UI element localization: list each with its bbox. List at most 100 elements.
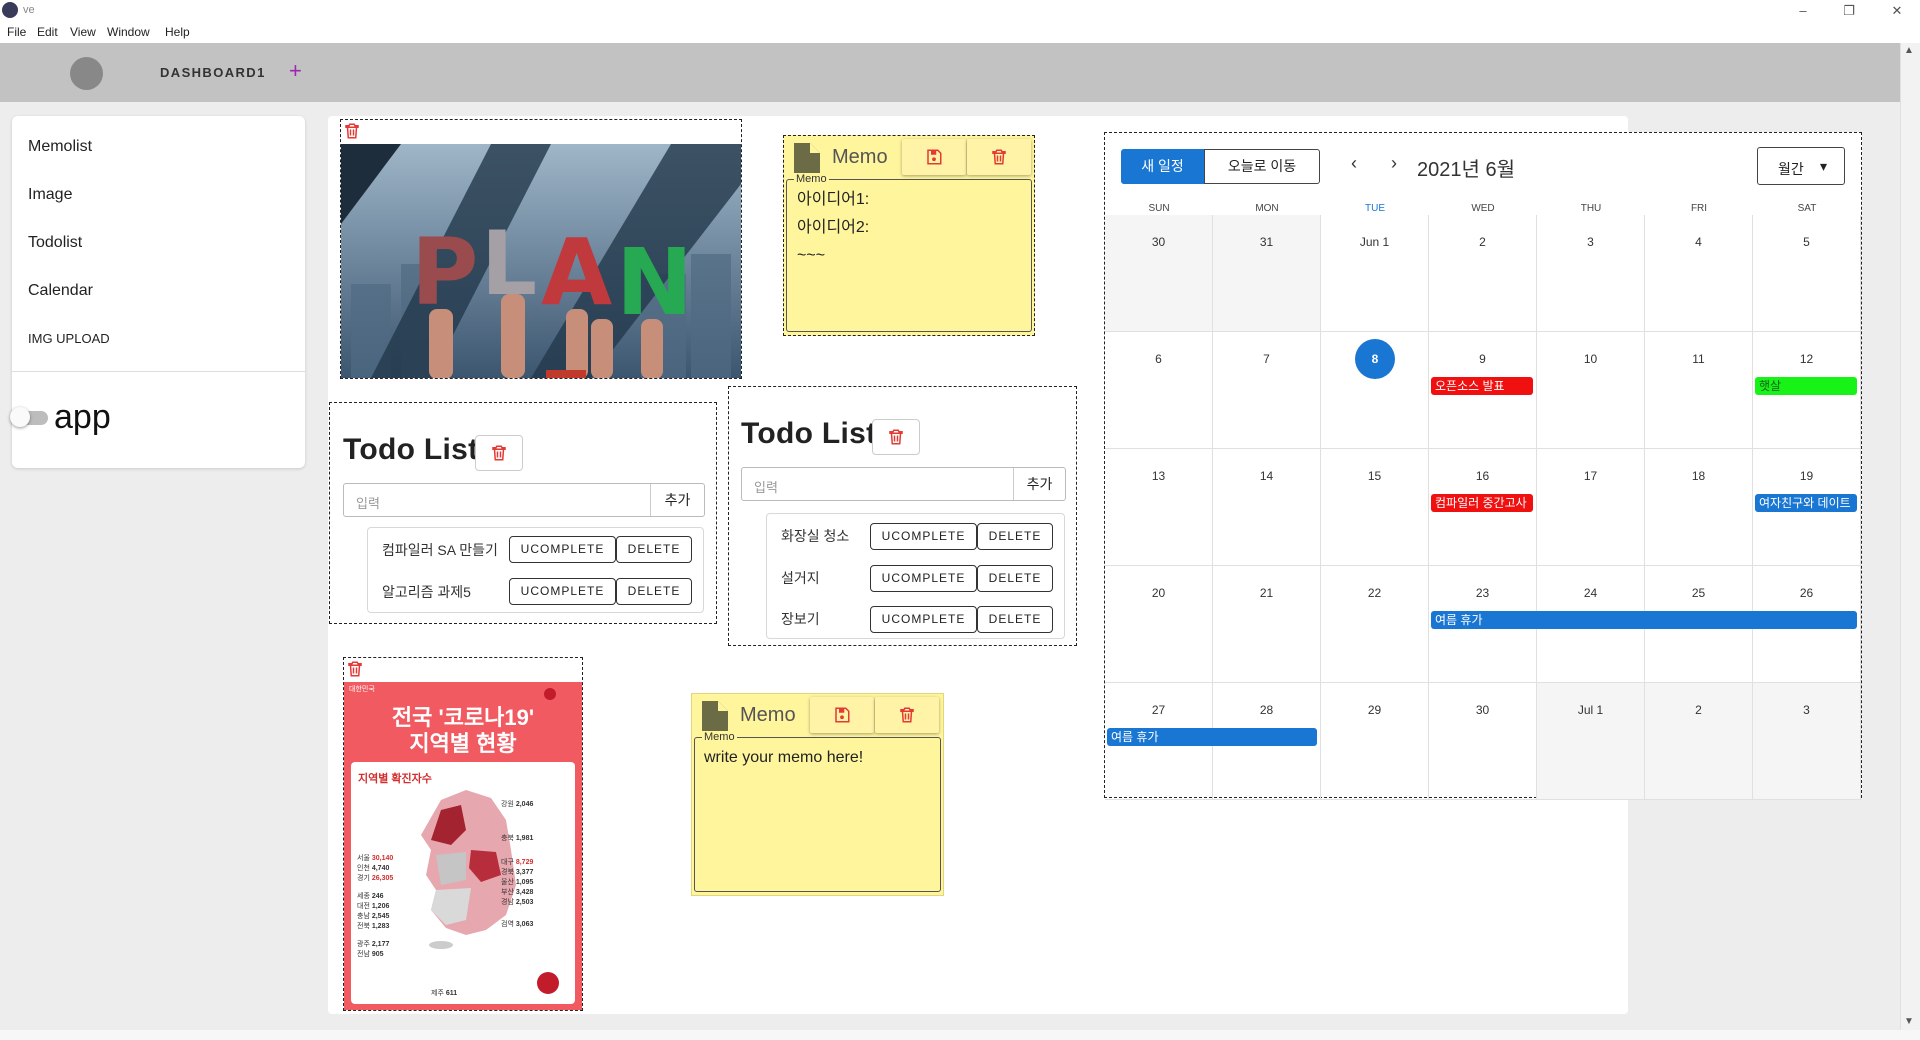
calendar-day-cell[interactable]: Jun 1 — [1321, 215, 1429, 332]
calendar-event[interactable]: 여름 휴가 — [1431, 611, 1857, 629]
delete-button[interactable]: DELETE — [977, 565, 1053, 592]
weekday-header: WED — [1471, 203, 1495, 214]
ucomplete-button[interactable]: UCOMPLETE — [870, 606, 977, 633]
tab-dashboard1[interactable]: DASHBOARD1 — [160, 65, 266, 80]
calendar-day-cell[interactable]: 22 — [1321, 566, 1429, 683]
delete-button[interactable]: DELETE — [977, 523, 1053, 550]
add-tab-button[interactable]: + — [289, 58, 302, 84]
ucomplete-button[interactable]: UCOMPLETE — [870, 523, 977, 550]
day-number: 7 — [1263, 352, 1270, 366]
calendar-day-cell[interactable]: 15 — [1321, 449, 1429, 566]
memo-text[interactable]: write your memo here! — [704, 744, 863, 772]
sidebar-item-calendar[interactable]: Calendar — [28, 282, 93, 300]
corona-poster: 대한민국 전국 '코로나19' 지역별 현황 지역별 확진자수 서울 30,14… — [344, 682, 582, 1010]
calendar-day-cell[interactable]: 13 — [1105, 449, 1213, 566]
image-widget-plan[interactable]: P L A N — [340, 119, 742, 379]
calendar-day-cell[interactable]: Jul 1 — [1537, 683, 1645, 800]
list-item: 컴파일러 SA 만들기 UCOMPLETE DELETE — [368, 530, 703, 570]
calendar-day-cell[interactable]: 11 — [1645, 332, 1753, 449]
calendar-day-cell[interactable]: 17 — [1537, 449, 1645, 566]
scrollbar[interactable] — [1900, 43, 1920, 1030]
todo-delete-widget-button[interactable] — [872, 419, 920, 455]
minimize-icon[interactable]: – — [1788, 2, 1818, 20]
delete-button[interactable]: DELETE — [977, 606, 1053, 633]
document-icon — [794, 143, 820, 173]
avatar[interactable] — [70, 57, 103, 90]
calendar-day-cell[interactable]: 29 — [1321, 683, 1429, 800]
delete-button[interactable]: DELETE — [616, 578, 692, 605]
sidebar-item-todolist[interactable]: Todolist — [28, 234, 82, 252]
menu-edit[interactable]: Edit — [37, 25, 58, 39]
calendar-day-cell[interactable]: 30 — [1105, 215, 1213, 332]
calendar-day-cell[interactable]: 31 — [1213, 215, 1321, 332]
calendar-day-cell[interactable]: 21 — [1213, 566, 1321, 683]
calendar-day-cell[interactable]: 7 — [1213, 332, 1321, 449]
calendar-event[interactable]: 햇살 — [1755, 377, 1857, 395]
calendar-day-cell[interactable]: 18 — [1645, 449, 1753, 566]
restore-icon[interactable]: ❐ — [1834, 2, 1864, 20]
calendar-day-cell[interactable]: 10 — [1537, 332, 1645, 449]
scroll-up-icon[interactable]: ▲ — [1904, 45, 1914, 56]
ucomplete-button[interactable]: UCOMPLETE — [870, 565, 977, 592]
todo-add-button[interactable]: 추가 — [650, 484, 704, 516]
memo-legend: Memo — [702, 731, 737, 743]
memo-title: Memo — [832, 146, 888, 168]
prev-month-icon[interactable]: ‹ — [1351, 153, 1357, 174]
calendar-day-cell[interactable]: 5 — [1753, 215, 1861, 332]
calendar-day-cell[interactable]: 4 — [1645, 215, 1753, 332]
menu-view[interactable]: View — [70, 25, 96, 39]
calendar-day-cell[interactable]: 2 — [1645, 683, 1753, 800]
delete-trash-icon[interactable] — [343, 122, 361, 140]
calendar-widget: 새 일정 오늘로 이동 ‹ › 2021년 6월 월간 ▾ SUN MON TUE W… — [1104, 132, 1862, 800]
calendar-day-cell[interactable]: 8 — [1321, 332, 1429, 449]
memo-text[interactable]: 아이디어1: 아이디어2: ~~~ — [797, 186, 869, 270]
calendar-event[interactable]: 여름 휴가 — [1107, 728, 1317, 746]
day-number: 6 — [1155, 352, 1162, 366]
memo-legend: Memo — [794, 173, 829, 185]
calendar-event[interactable]: 여자친구와 데이트 — [1755, 494, 1857, 512]
month-label: 2021년 6월 — [1417, 159, 1515, 181]
calendar-day-cell[interactable]: 20 — [1105, 566, 1213, 683]
image-widget-corona[interactable]: 대한민국 전국 '코로나19' 지역별 현황 지역별 확진자수 서울 30,14… — [343, 657, 583, 1011]
ucomplete-button[interactable]: UCOMPLETE — [509, 578, 616, 605]
memo-widget-1[interactable]: Memo Memo 아이디어1: 아이디어2: ~~~ — [783, 135, 1035, 336]
memo-widget-2[interactable]: Memo Memo write your memo here! — [691, 693, 944, 896]
day-number: 20 — [1151, 586, 1166, 600]
region-list-right: 강원 2,046 충북 1,981 대구 8,729 경북 3,377 울산 1… — [501, 801, 534, 928]
calendar-day-cell[interactable]: 30 — [1429, 683, 1537, 800]
menu-file[interactable]: File — [7, 25, 26, 39]
calendar-day-cell[interactable]: 3 — [1537, 215, 1645, 332]
calendar-day-cell[interactable]: 3 — [1753, 683, 1861, 800]
calendar-event[interactable]: 오픈소스 발표 — [1431, 377, 1533, 395]
todo-input[interactable]: 입력 추가 — [343, 483, 705, 517]
close-icon[interactable]: ✕ — [1882, 2, 1912, 20]
scroll-down-icon[interactable]: ▼ — [1904, 1016, 1914, 1027]
sidebar-item-img-upload[interactable]: IMG UPLOAD — [28, 331, 110, 346]
new-event-button[interactable]: 새 일정 — [1121, 149, 1204, 184]
ucomplete-button[interactable]: UCOMPLETE — [509, 536, 616, 563]
menu-window[interactable]: Window — [107, 25, 150, 39]
next-month-icon[interactable]: › — [1391, 153, 1397, 174]
todo-add-button[interactable]: 추가 — [1013, 468, 1065, 500]
day-number: 31 — [1259, 235, 1274, 249]
delete-button[interactable]: DELETE — [616, 536, 692, 563]
delete-trash-icon[interactable] — [346, 660, 364, 678]
calendar-event[interactable]: 컴파일러 중간고사 — [1431, 494, 1533, 512]
calendar-day-cell[interactable]: 14 — [1213, 449, 1321, 566]
memo-save-button[interactable] — [902, 139, 966, 175]
menu-help[interactable]: Help — [165, 25, 190, 39]
app-toggle-thumb[interactable] — [10, 407, 30, 427]
sidebar-item-image[interactable]: Image — [28, 186, 72, 204]
memo-save-button[interactable] — [810, 697, 874, 733]
view-select[interactable]: 월간 ▾ — [1757, 147, 1845, 185]
todo-delete-widget-button[interactable] — [475, 435, 523, 471]
save-icon — [835, 707, 850, 723]
calendar-day-cell[interactable]: 6 — [1105, 332, 1213, 449]
day-number: 2 — [1479, 235, 1486, 249]
calendar-day-cell[interactable]: 2 — [1429, 215, 1537, 332]
todo-input[interactable]: 입력 추가 — [741, 467, 1066, 501]
memo-delete-button[interactable] — [875, 697, 939, 733]
sidebar-item-memolist[interactable]: Memolist — [28, 138, 92, 156]
memo-delete-button[interactable] — [967, 139, 1031, 175]
go-today-button[interactable]: 오늘로 이동 — [1204, 149, 1320, 184]
